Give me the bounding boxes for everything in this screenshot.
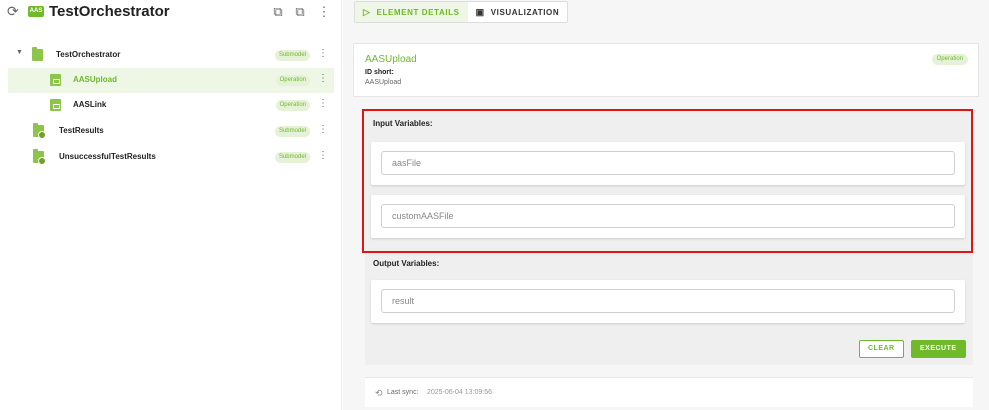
clear-button[interactable]: CLEAR <box>859 340 904 358</box>
tab-label: ELEMENT DETAILS <box>376 7 460 17</box>
type-badge: Submodel <box>274 152 310 163</box>
item-menu-icon[interactable]: ⋮ <box>318 124 328 136</box>
folder-icon <box>32 47 43 61</box>
execute-button[interactable]: EXECUTE <box>911 340 966 358</box>
tree-item-label: TestResults <box>59 126 104 135</box>
input-variable-card <box>371 142 965 185</box>
details-panel: ▷ ELEMENT DETAILS ▣ VISUALIZATION AASUpl… <box>343 0 989 410</box>
customaasfile-input[interactable] <box>381 204 955 228</box>
tree-item-aaslink[interactable]: AASLink Operation ⋮ <box>8 93 334 118</box>
type-badge: Submodel <box>274 50 310 61</box>
tree-item-testresults[interactable]: TestResults Submodel ⋮ <box>8 119 334 144</box>
output-variables-title: Output Variables: <box>373 259 440 268</box>
tag-icon: ▷ <box>363 6 371 17</box>
input-variables-title: Input Variables: <box>373 119 433 128</box>
tree-item-aasupload[interactable]: AASUpload Operation ⋮ <box>8 68 334 93</box>
id-short-value: AASUpload <box>365 79 402 86</box>
submodel-folder-icon <box>33 123 46 139</box>
id-short-label: ID short: <box>365 69 394 76</box>
item-menu-icon[interactable]: ⋮ <box>318 48 328 60</box>
expand-all-icon[interactable]: ⧉ <box>293 5 307 19</box>
sync-icon: ⟲ <box>375 388 383 398</box>
tab-label: VISUALIZATION <box>490 7 560 17</box>
type-badge: Operation <box>275 100 310 111</box>
tree-item-label: TestOrchestrator <box>56 50 121 59</box>
tree-header: ⟳ AAS TestOrchestrator ⧉ ⧉ ⋮ <box>0 0 342 26</box>
last-sync-timestamp: 2025-06-04 13:09:56 <box>427 389 492 396</box>
tree-item-label: AASLink <box>73 100 107 109</box>
sync-status-bar: ⟲ Last sync: 2025-06-04 13:09:56 <box>365 377 973 407</box>
tree-item-label: UnsuccessfulTestResults <box>59 152 156 161</box>
item-menu-icon[interactable]: ⋮ <box>318 73 328 85</box>
last-sync-label: Last sync: <box>387 389 419 396</box>
tree-panel: ⟳ AAS TestOrchestrator ⧉ ⧉ ⋮ ▼ TestOrche… <box>0 0 342 410</box>
tab-element-details[interactable]: ▷ ELEMENT DETAILS <box>355 2 468 22</box>
result-input[interactable] <box>381 289 955 313</box>
more-options-icon[interactable]: ⋮ <box>317 5 331 19</box>
input-variable-card <box>371 195 965 238</box>
element-header-card: AASUpload ID short: AASUpload Operation <box>353 43 979 97</box>
item-menu-icon[interactable]: ⋮ <box>318 98 328 110</box>
view-tabs: ▷ ELEMENT DETAILS ▣ VISUALIZATION <box>354 1 569 23</box>
refresh-icon[interactable]: ⟳ <box>7 4 21 18</box>
output-variables-section: Output Variables: CLEAR EXECUTE <box>365 252 973 365</box>
type-badge: Submodel <box>274 126 310 137</box>
tab-visualization[interactable]: ▣ VISUALIZATION <box>468 2 568 22</box>
operation-file-icon <box>50 99 61 111</box>
collapse-all-icon[interactable]: ⧉ <box>271 5 285 19</box>
folder-view-icon: ▣ <box>475 6 485 17</box>
tree-item-label: AASUpload <box>73 75 117 84</box>
app-root: ⟳ AAS TestOrchestrator ⧉ ⧉ ⋮ ▼ TestOrche… <box>0 0 989 410</box>
item-menu-icon[interactable]: ⋮ <box>318 150 328 162</box>
element-name: AASUpload <box>365 54 417 65</box>
output-variable-card <box>371 280 965 323</box>
chevron-down-icon[interactable]: ▼ <box>16 49 23 56</box>
type-badge: Operation <box>275 75 310 86</box>
app-title: TestOrchestrator <box>49 3 170 20</box>
type-badge: Operation <box>931 54 968 65</box>
input-variables-section: Input Variables: <box>365 111 973 252</box>
aasfile-input[interactable] <box>381 151 955 175</box>
tree-item-unsuccessfultestresults[interactable]: UnsuccessfulTestResults Submodel ⋮ <box>8 145 334 170</box>
aas-logo-icon: AAS <box>28 6 44 17</box>
tree-item-testorchestrator[interactable]: ▼ TestOrchestrator Submodel ⋮ <box>8 43 334 68</box>
submodel-folder-icon <box>33 149 46 165</box>
operation-file-icon <box>50 74 61 86</box>
